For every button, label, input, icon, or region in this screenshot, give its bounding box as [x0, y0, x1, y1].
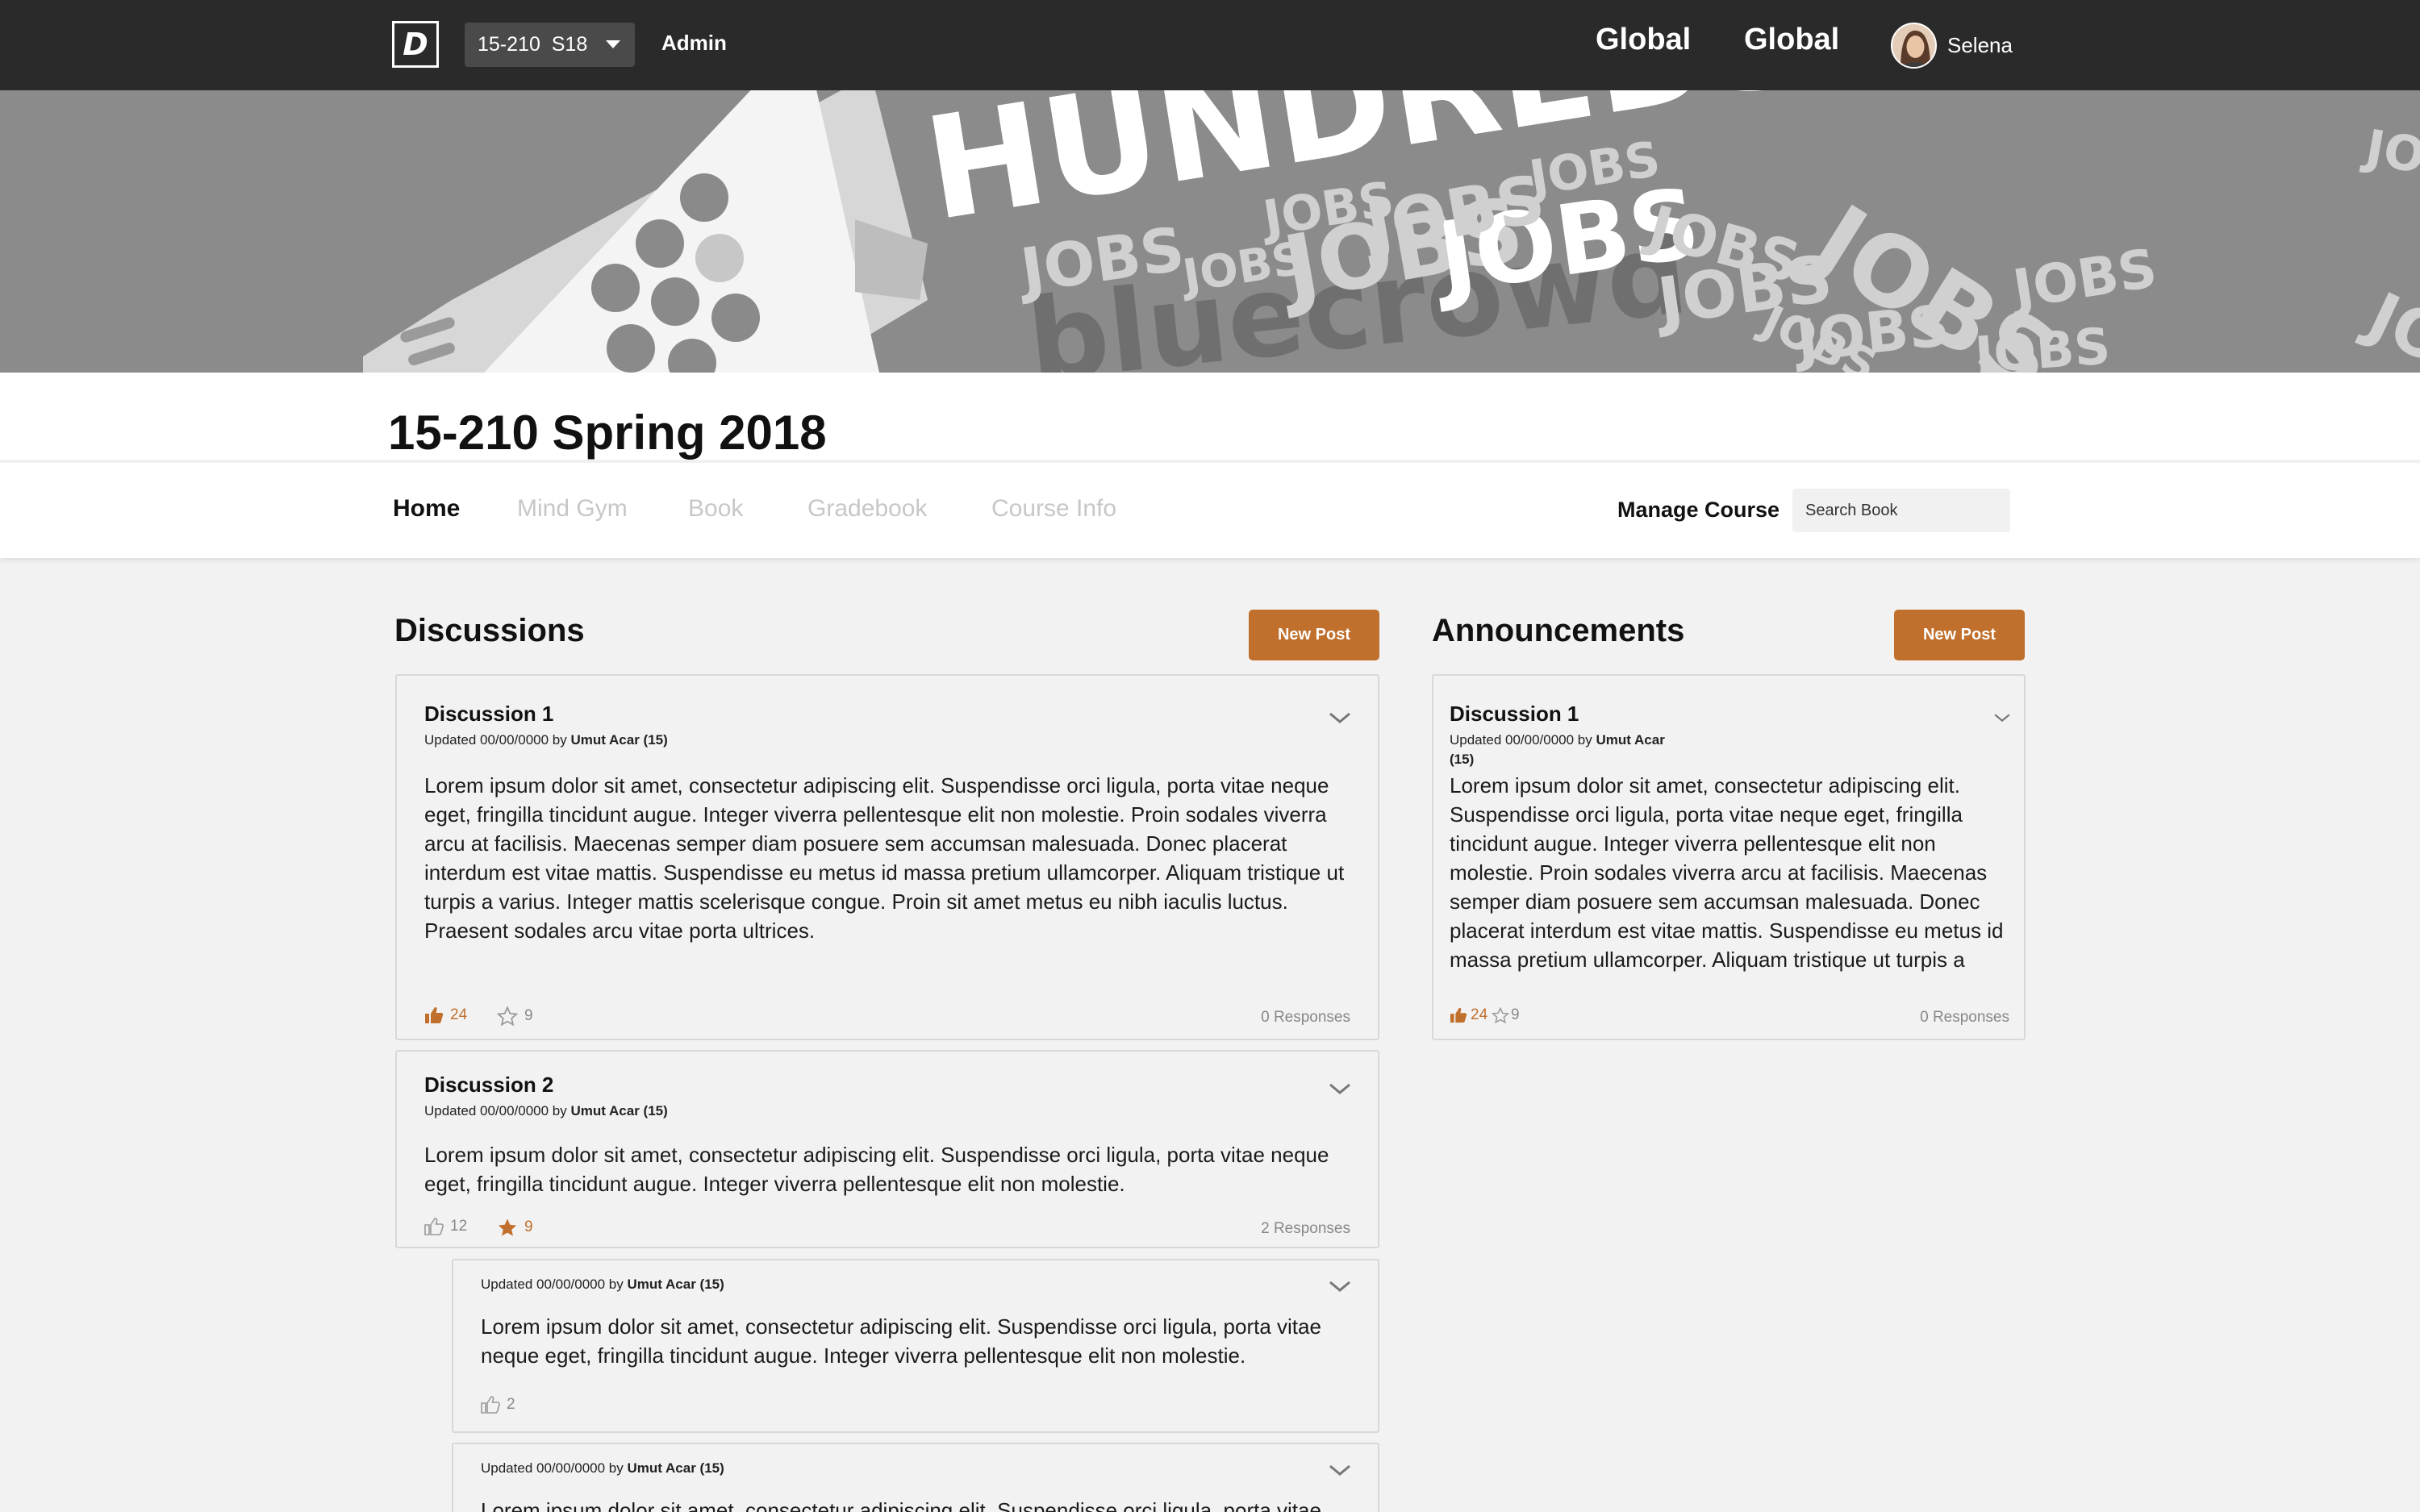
- course-selector[interactable]: 15-210 S18: [465, 23, 635, 67]
- star-count[interactable]: 9: [1492, 1006, 1520, 1024]
- chevron-down-icon: [606, 40, 620, 48]
- tab-home[interactable]: Home: [393, 495, 460, 523]
- response-count[interactable]: 0 Responses: [1920, 1009, 2009, 1027]
- post-title[interactable]: Discussion 1: [1450, 702, 1579, 727]
- post-title[interactable]: Discussion 2: [424, 1073, 553, 1098]
- post-body: Lorem ipsum dolor sit amet, consectetur …: [424, 773, 1345, 943]
- post-body: Lorem ipsum dolor sit amet, consectetur …: [1450, 773, 2004, 972]
- global-link-1[interactable]: Global: [1596, 23, 1691, 57]
- announcements-heading: Announcements: [1432, 613, 1685, 648]
- course-selector-value: 15-210 S18: [478, 33, 588, 56]
- reply-card[interactable]: Updated 00/00/0000 by Umut Acar (15) Lor…: [452, 1259, 1379, 1433]
- chevron-down-icon[interactable]: [1328, 1081, 1352, 1097]
- like-count[interactable]: 24: [424, 1006, 467, 1024]
- response-count[interactable]: 2 Responses: [1261, 1220, 1350, 1238]
- thumbs-up-icon: [424, 1218, 444, 1235]
- post-author[interactable]: Umut Acar (15): [571, 1103, 668, 1118]
- reply-author[interactable]: Umut Acar (15): [628, 1277, 724, 1292]
- star-count[interactable]: 9: [497, 1006, 533, 1026]
- course-banner: HUNDREDS OF JOBS bluecrowd JOBS JOBS JOB…: [0, 90, 2420, 373]
- thumbs-up-icon: [1450, 1007, 1467, 1023]
- admin-link[interactable]: Admin: [661, 31, 727, 56]
- discussion-card[interactable]: Discussion 1 Updated 00/00/0000 by Umut …: [395, 674, 1379, 1040]
- post-title[interactable]: Discussion 1: [424, 702, 553, 727]
- chevron-down-icon[interactable]: [1993, 711, 2011, 724]
- user-name[interactable]: Selena: [1947, 33, 2013, 58]
- star-count[interactable]: 9: [497, 1218, 533, 1237]
- course-header: [0, 373, 2420, 460]
- chevron-down-icon[interactable]: [1328, 1462, 1352, 1478]
- thumbs-up-icon: [481, 1396, 500, 1414]
- post-author[interactable]: Umut Acar (15): [571, 732, 668, 748]
- post-meta: Updated 00/00/0000 by Umut Acar (15): [1450, 732, 1665, 767]
- chevron-down-icon[interactable]: [1328, 1278, 1352, 1294]
- announcement-card[interactable]: Discussion 1 Updated 00/00/0000 by Umut …: [1432, 674, 2026, 1040]
- course-title: 15-210 Spring 2018: [388, 406, 827, 460]
- avatar[interactable]: [1891, 23, 1937, 69]
- discussions-heading: Discussions: [394, 613, 585, 648]
- reply-author[interactable]: Umut Acar (15): [628, 1460, 724, 1476]
- course-nav: [0, 461, 2420, 558]
- manage-course-link[interactable]: Manage Course: [1617, 498, 1780, 523]
- like-count[interactable]: 24: [1450, 1006, 1487, 1024]
- reply-body: Lorem ipsum dolor sit amet, consectetur …: [481, 1314, 1321, 1368]
- tab-gradebook[interactable]: Gradebook: [807, 495, 927, 523]
- post-meta: Updated 00/00/0000 by Umut Acar (15): [424, 1103, 668, 1118]
- discussion-card[interactable]: Discussion 2 Updated 00/00/0000 by Umut …: [395, 1050, 1379, 1248]
- global-link-2[interactable]: Global: [1744, 23, 1839, 57]
- search-book-input[interactable]: [1792, 489, 2010, 532]
- reply-meta: Updated 00/00/0000 by Umut Acar (15): [481, 1277, 724, 1292]
- post-body: Lorem ipsum dolor sit amet, consectetur …: [424, 1143, 1329, 1196]
- reply-meta: Updated 00/00/0000 by Umut Acar (15): [481, 1460, 724, 1476]
- star-icon: [1492, 1007, 1509, 1023]
- tab-course-info[interactable]: Course Info: [991, 495, 1116, 523]
- star-icon: [497, 1006, 518, 1026]
- like-count[interactable]: 12: [424, 1218, 467, 1235]
- thumbs-up-icon: [425, 1007, 444, 1023]
- post-meta: Updated 00/00/0000 by Umut Acar (15): [424, 732, 668, 748]
- top-bar: D 15-210 S18 Admin Global Global Selena: [0, 0, 2420, 90]
- app-logo[interactable]: D: [392, 21, 439, 68]
- response-count[interactable]: 0 Responses: [1261, 1009, 1350, 1027]
- discussions-new-post-button[interactable]: New Post: [1249, 610, 1379, 660]
- tab-book[interactable]: Book: [688, 495, 743, 523]
- chevron-down-icon[interactable]: [1328, 710, 1352, 726]
- reply-card[interactable]: Updated 00/00/0000 by Umut Acar (15) Lor…: [452, 1443, 1379, 1512]
- tab-mind-gym[interactable]: Mind Gym: [517, 495, 628, 523]
- reply-body: Lorem ipsum dolor sit amet, consectetur …: [481, 1498, 1321, 1512]
- like-count[interactable]: 2: [481, 1396, 515, 1414]
- announcements-new-post-button[interactable]: New Post: [1894, 610, 2025, 660]
- star-icon: [498, 1218, 517, 1236]
- svg-text:JOBS: JOBS: [1970, 316, 2112, 373]
- post-author[interactable]: Umut Acar: [1596, 732, 1665, 748]
